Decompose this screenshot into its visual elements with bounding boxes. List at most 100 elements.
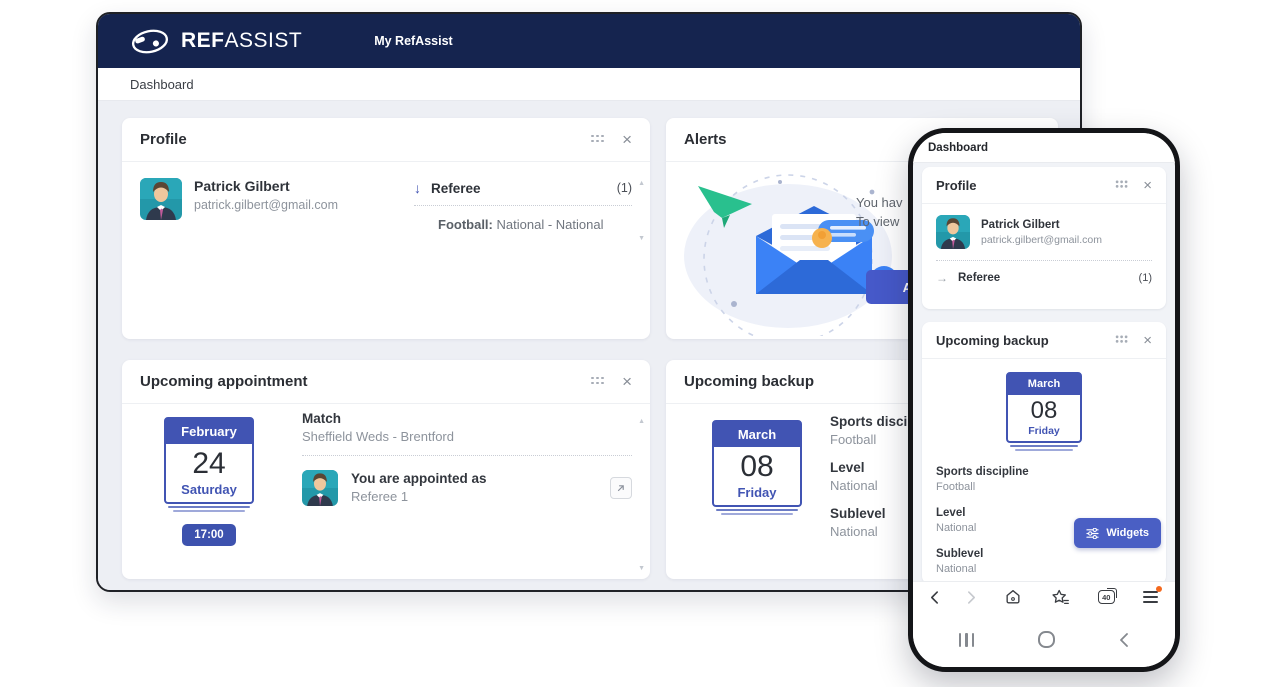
phone-device: Dashboard Profile × xyxy=(908,128,1180,672)
android-back-button[interactable] xyxy=(1119,632,1129,648)
appointed-label: You are appointed as xyxy=(351,470,610,488)
calendar-day: 24 xyxy=(166,446,252,482)
role-detail: Football: National - National xyxy=(414,217,632,232)
alerts-illustration: @ xyxy=(676,164,906,336)
role-discipline-label: Football: xyxy=(438,217,493,232)
appointment-card-header: Upcoming appointment × xyxy=(122,360,650,404)
phone-profile-body: Patrick Gilbert patrick.gilbert@gmail.co… xyxy=(922,204,1166,249)
calendar-weekday: Saturday xyxy=(166,482,252,502)
brand-bold: REF xyxy=(181,29,225,52)
browser-back-button[interactable] xyxy=(930,590,939,605)
calendar-day: 08 xyxy=(714,449,800,485)
profile-card-header: Profile × xyxy=(122,118,650,162)
breadcrumb[interactable]: Dashboard xyxy=(928,142,988,154)
android-nav-bar xyxy=(913,612,1175,667)
browser-toolbar: 40 xyxy=(913,581,1175,612)
notification-dot xyxy=(1156,586,1162,592)
forward-icon xyxy=(967,590,976,605)
brand-text: REFASSIST xyxy=(181,29,302,53)
whistle-logo-icon xyxy=(130,28,170,55)
role-row[interactable]: ↓ Referee (1) xyxy=(414,180,632,206)
profile-role-block: ↓ Referee (1) Football: National - Natio… xyxy=(414,178,632,232)
widget-options-icon[interactable] xyxy=(1116,336,1130,345)
back-chevron-icon xyxy=(1119,632,1129,648)
right-arrow-icon: → xyxy=(936,271,948,285)
calendar-weekday: Friday xyxy=(714,485,800,505)
close-icon[interactable]: × xyxy=(622,373,632,390)
role-name: Referee xyxy=(431,181,617,196)
profile-name: Patrick Gilbert xyxy=(194,178,414,194)
role-count: (1) xyxy=(1139,272,1152,284)
field-value: National xyxy=(936,562,1152,576)
calendar-month: March xyxy=(714,422,800,447)
widget-options-icon[interactable] xyxy=(591,377,606,387)
browser-bookmarks-button[interactable] xyxy=(1051,589,1070,606)
calendar-weekday: Friday xyxy=(1008,425,1080,441)
home-button[interactable] xyxy=(1038,631,1055,648)
field-value: Football xyxy=(936,480,1152,494)
appointment-date-block: February 24 Saturday 17:00 xyxy=(164,417,254,546)
avatar xyxy=(936,215,970,249)
close-icon[interactable]: × xyxy=(622,131,632,148)
appointed-row: You are appointed as Referee 1 xyxy=(302,470,632,506)
profile-name: Patrick Gilbert xyxy=(981,219,1102,231)
backup-field: Sublevel National xyxy=(936,547,1152,576)
calendar-widget: March 08 Friday xyxy=(1006,372,1082,443)
profile-card-body: ▲ ▼ Patrick Gi xyxy=(122,162,650,248)
calendar-day: 08 xyxy=(1008,397,1080,425)
browser-tabs-button[interactable]: 40 xyxy=(1098,590,1115,604)
phone-profile-title: Profile xyxy=(936,178,1115,193)
calendar-widget: February 24 Saturday xyxy=(164,417,254,504)
phone-profile-header: Profile × xyxy=(922,167,1166,204)
refassist-logo[interactable]: REFASSIST xyxy=(130,28,302,55)
field-label: Sublevel xyxy=(936,547,1152,561)
appointment-time-badge: 17:00 xyxy=(182,524,235,546)
recents-button[interactable] xyxy=(959,633,974,647)
tune-icon xyxy=(1086,528,1099,539)
phone-profile-card: Profile × xyxy=(922,167,1166,309)
widget-options-icon[interactable] xyxy=(591,135,606,145)
external-link-icon xyxy=(616,483,626,493)
scrollbar-up-arrow[interactable]: ▲ xyxy=(638,180,645,187)
breadcrumb-bar: Dashboard xyxy=(98,68,1080,101)
brand-light: ASSIST xyxy=(225,29,303,52)
bookmarks-star-icon xyxy=(1051,589,1070,606)
menu-icon xyxy=(1143,591,1158,602)
upcoming-appointment-card: Upcoming appointment × ▲ ▼ February 24 S… xyxy=(122,360,650,579)
match-value: Sheffield Weds - Brentford xyxy=(302,428,632,446)
open-appointment-button[interactable] xyxy=(610,477,632,499)
appointed-role: Referee 1 xyxy=(351,488,610,506)
browser-home-button[interactable] xyxy=(1004,588,1022,606)
avatar xyxy=(140,178,182,220)
appointment-card-body: ▲ ▼ February 24 Saturday 17:00 Match She… xyxy=(122,404,650,578)
close-icon[interactable]: × xyxy=(1143,178,1152,193)
scrollbar-down-arrow[interactable]: ▼ xyxy=(638,565,645,572)
field-label: Sports discipline xyxy=(936,465,1152,479)
scrollbar-down-arrow[interactable]: ▼ xyxy=(638,235,645,242)
widgets-button[interactable]: Widgets xyxy=(1074,518,1161,548)
role-discipline-value: National - National xyxy=(497,217,604,232)
profile-email: patrick.gilbert@gmail.com xyxy=(194,198,414,212)
appointment-card-title: Upcoming appointment xyxy=(140,373,591,390)
nav-my-refassist[interactable]: My RefAssist xyxy=(374,34,453,48)
profile-card-title: Profile xyxy=(140,131,591,148)
back-icon xyxy=(930,590,939,605)
backup-date-block: March 08 Friday xyxy=(712,420,802,507)
tabs-count-icon: 40 xyxy=(1098,590,1115,604)
profile-card: Profile × ▲ ▼ xyxy=(122,118,650,339)
appointed-text: You are appointed as Referee 1 xyxy=(351,470,610,506)
scrollbar-up-arrow[interactable]: ▲ xyxy=(638,418,645,425)
app-header: REFASSIST My RefAssist xyxy=(98,14,1080,68)
page: REFASSIST My RefAssist Dashboard Profile… xyxy=(0,0,1280,687)
browser-forward-button[interactable] xyxy=(967,590,976,605)
calendar-month: February xyxy=(166,419,252,444)
home-icon xyxy=(1004,588,1022,606)
browser-menu-button[interactable] xyxy=(1143,591,1158,602)
widgets-button-label: Widgets xyxy=(1106,527,1149,539)
close-icon[interactable]: × xyxy=(1143,333,1152,348)
role-row[interactable]: → Referee (1) xyxy=(936,260,1152,285)
breadcrumb[interactable]: Dashboard xyxy=(130,77,194,92)
profile-identity: Patrick Gilbert patrick.gilbert@gmail.co… xyxy=(194,178,414,232)
appointment-details: Match Sheffield Weds - Brentford xyxy=(302,410,632,506)
widget-options-icon[interactable] xyxy=(1116,181,1130,190)
